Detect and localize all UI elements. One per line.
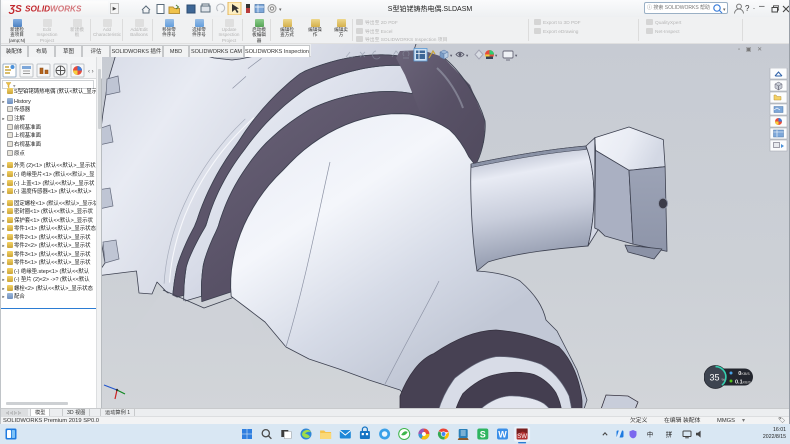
svg-text:▾: ▾ — [450, 53, 453, 58]
svg-text:ƷS: ƷS — [8, 4, 22, 15]
svg-text:SOLIDWORKS: SOLIDWORKS — [25, 5, 82, 14]
svg-text:‹ ›: ‹ › — [88, 69, 94, 75]
svg-text:▾: ▾ — [723, 7, 726, 13]
svg-text:35: 35 — [709, 373, 719, 383]
svg-text:W: W — [498, 429, 507, 439]
svg-text:S: S — [480, 429, 486, 439]
svg-text:%: % — [722, 377, 726, 382]
svg-text:▾: ▾ — [279, 7, 282, 13]
svg-text:SW: SW — [517, 434, 527, 440]
svg-text:中: 中 — [647, 430, 654, 439]
svg-text:拼: 拼 — [666, 430, 673, 439]
svg-text:▾: ▾ — [515, 53, 518, 58]
svg-text:▾: ▾ — [466, 53, 469, 58]
svg-text:▾: ▾ — [495, 53, 498, 58]
